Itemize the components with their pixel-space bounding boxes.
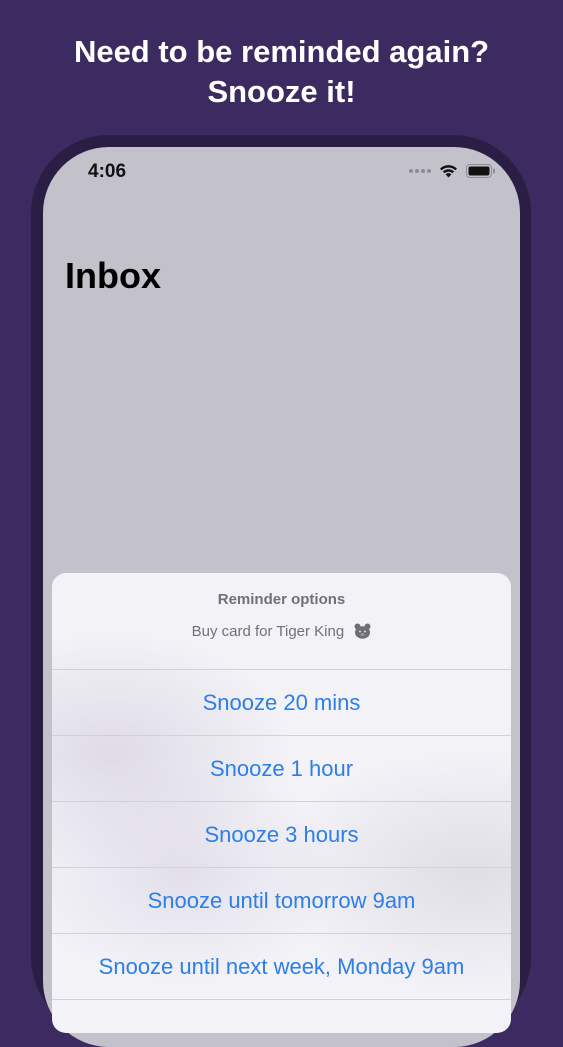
status-icons bbox=[409, 164, 496, 178]
headline-line-2: Snooze it! bbox=[207, 74, 356, 109]
snooze-1-hour-button[interactable]: Snooze 1 hour bbox=[52, 736, 511, 802]
action-sheet: Reminder options Buy card for Tiger King… bbox=[52, 573, 511, 1033]
wifi-icon bbox=[440, 165, 457, 178]
headline-line-1: Need to be reminded again? bbox=[73, 34, 490, 69]
action-sheet-message-text: Buy card for Tiger King bbox=[191, 623, 345, 640]
action-sheet-message: Buy card for Tiger King bbox=[52, 623, 511, 640]
action-sheet-header: Reminder options Buy card for Tiger King bbox=[52, 573, 511, 670]
snooze-next-week-button[interactable]: Snooze until next week, Monday 9am bbox=[52, 934, 511, 1000]
snooze-3-hours-button[interactable]: Snooze 3 hours bbox=[52, 802, 511, 868]
promo-headline: Need to be reminded again? Snooze it! bbox=[0, 32, 563, 112]
snooze-20-mins-button[interactable]: Snooze 20 mins bbox=[52, 670, 511, 736]
snooze-tomorrow-button[interactable]: Snooze until tomorrow 9am bbox=[52, 868, 511, 934]
status-time: 4:06 bbox=[88, 161, 127, 182]
page-title: Inbox bbox=[65, 255, 161, 296]
bear-face-icon bbox=[354, 623, 371, 639]
battery-icon bbox=[466, 164, 495, 178]
status-bar: 4:06 bbox=[43, 147, 520, 199]
action-sheet-title: Reminder options bbox=[217, 591, 346, 608]
signal-dots-icon bbox=[409, 169, 431, 173]
